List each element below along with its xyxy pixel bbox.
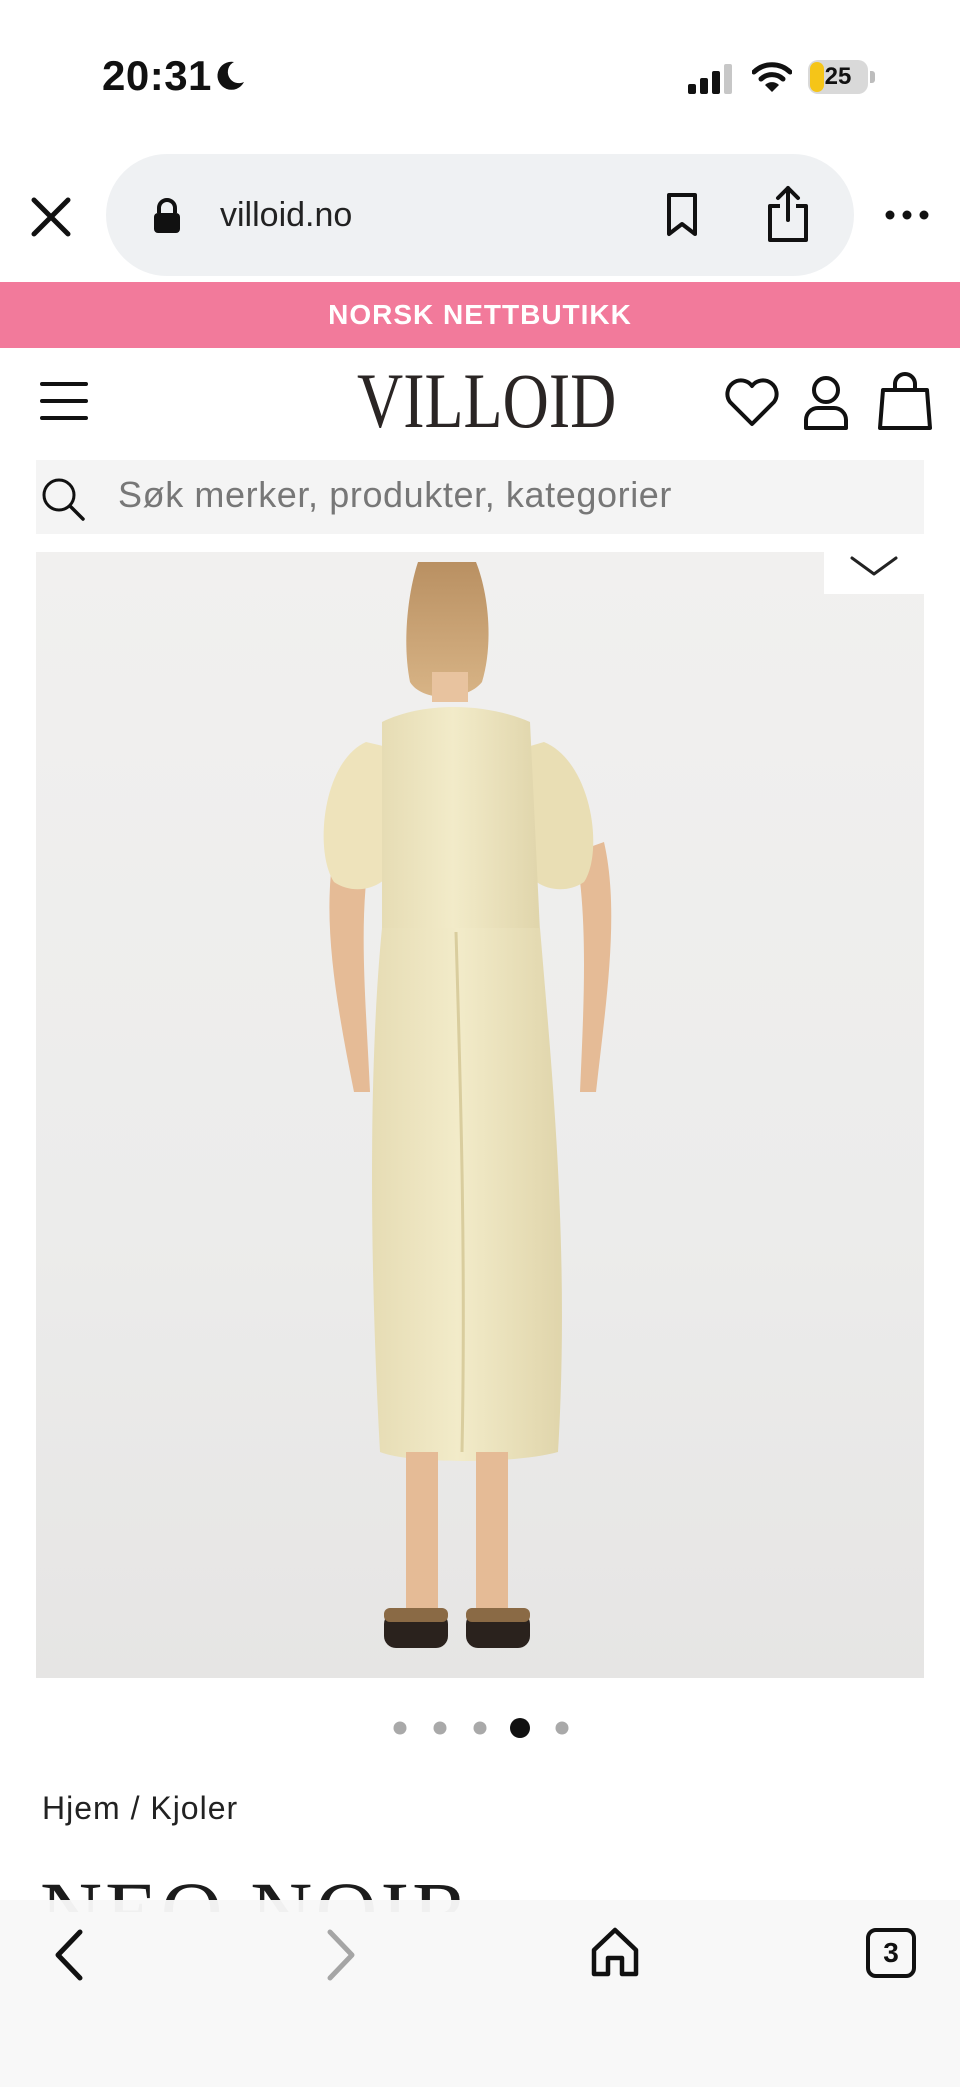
forward-icon[interactable] [322,1926,362,1984]
user-icon[interactable] [802,374,850,432]
breadcrumb[interactable]: Hjem / Kjoler [42,1790,238,1827]
search-icon [42,478,85,521]
announcement-bar: NORSK NETTBUTIKK [0,282,960,348]
back-icon[interactable] [48,1926,88,1984]
carousel-dot[interactable] [473,1721,487,1735]
status-time: 20:31 [102,52,212,99]
wifi-icon [752,62,792,92]
lock-icon [154,198,180,233]
carousel-dots[interactable] [390,1716,570,1740]
search-placeholder: Søk merker, produkter, kategorier [118,474,673,515]
do-not-disturb-icon [217,61,244,90]
carousel-dot-active[interactable] [510,1718,530,1738]
home-icon[interactable] [590,1926,640,1978]
carousel-dot[interactable] [555,1721,569,1735]
battery-level: 25 [824,63,852,90]
site-logo[interactable]: VILLOID [357,360,616,442]
bookmark-icon[interactable] [662,192,702,238]
carousel-dot[interactable] [393,1721,407,1735]
bag-icon[interactable] [878,370,932,432]
dress-illustration [323,562,612,1648]
close-icon[interactable] [26,192,76,242]
carousel-dot[interactable] [433,1721,447,1735]
more-icon[interactable] [884,205,930,225]
browser-toolbar [0,1900,960,2087]
tabs-button[interactable]: 3 [866,1928,916,1978]
battery-indicator: 25 [808,60,876,94]
address-bar[interactable] [106,154,854,276]
product-image[interactable] [36,552,924,1678]
chevron-down-icon [850,556,898,576]
share-icon[interactable] [764,184,812,244]
url-text[interactable]: villoid.no [220,196,352,235]
heart-icon[interactable] [724,378,780,428]
menu-icon[interactable] [40,380,88,422]
collapse-toggle[interactable] [824,544,924,594]
cellular-signal-icon [688,64,732,94]
